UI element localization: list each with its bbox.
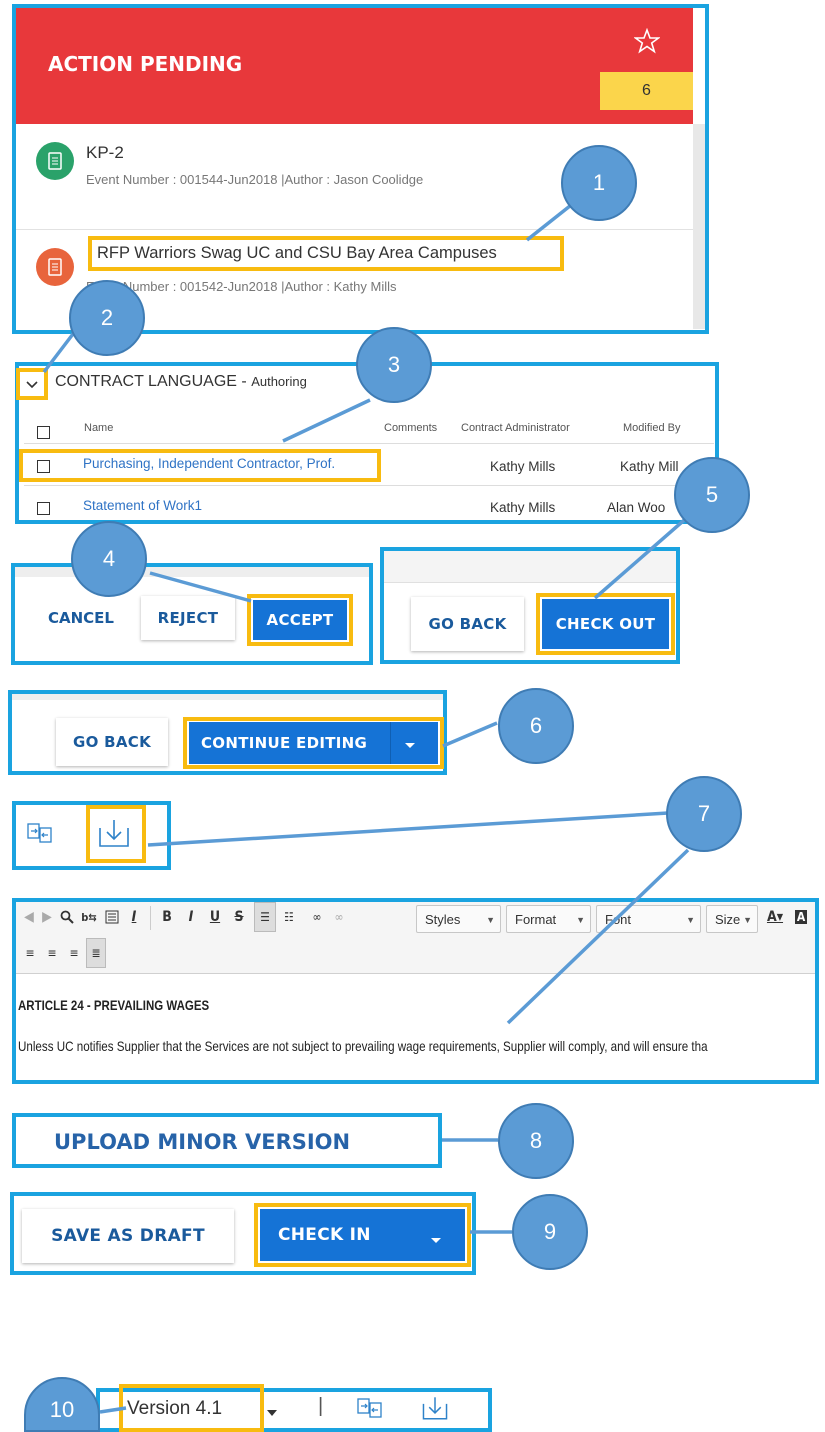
connector-7b xyxy=(506,848,690,1025)
callout-1: 1 xyxy=(561,145,637,221)
callout-connectors xyxy=(42,196,692,1414)
callout-3: 3 xyxy=(356,327,432,403)
connector-4 xyxy=(149,571,252,603)
callout-9: 9 xyxy=(512,1194,588,1270)
callout-4: 4 xyxy=(71,521,147,597)
connector-6 xyxy=(442,721,498,748)
connector-5 xyxy=(593,513,692,600)
callout-7: 7 xyxy=(666,776,742,852)
callout-6: 6 xyxy=(498,688,574,764)
callout-5: 5 xyxy=(674,457,750,533)
callout-8: 8 xyxy=(498,1103,574,1179)
connector-7a xyxy=(147,811,669,847)
connector-2 xyxy=(42,328,78,374)
connector-3 xyxy=(282,398,371,443)
connector-10 xyxy=(99,1406,127,1414)
callout-2: 2 xyxy=(69,280,145,356)
